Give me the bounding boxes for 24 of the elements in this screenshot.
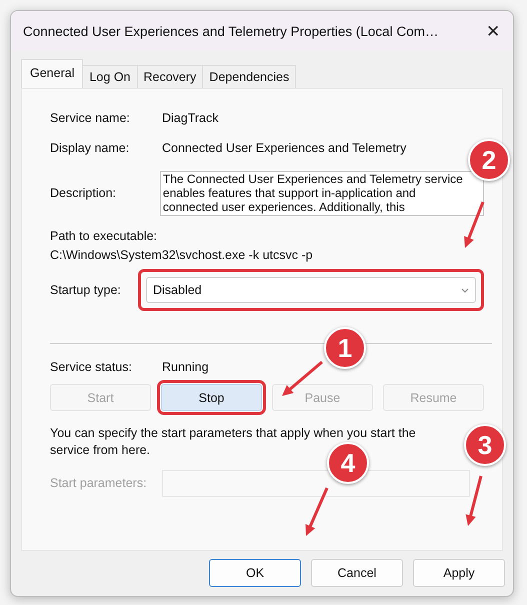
field-label: Service status: <box>50 360 133 374</box>
arrow <box>306 487 328 536</box>
chevron-icon <box>461 288 469 292</box>
arrow <box>464 201 484 248</box>
dialog-button[interactable]: Cancel <box>311 559 403 587</box>
field-label: Path to executable: <box>50 229 158 243</box>
tab[interactable]: Dependencies <box>202 65 296 88</box>
close-button[interactable]: ✕ <box>473 11 513 51</box>
field-value: Connected User Experiences and Telemetry <box>162 141 406 155</box>
field-label: Startup type: <box>50 283 122 297</box>
field-value: C:\Windows\System32\svchost.exe -k utcsvc -p <box>50 248 313 262</box>
field-value: DiagTrack <box>162 111 218 125</box>
window-title: Connected User Experiences and Telemetry Properties (Local Com… <box>23 24 440 38</box>
startup-type-dropdown[interactable]: Disabled <box>146 277 476 303</box>
field-label: Display name: <box>50 141 130 155</box>
description-box: The Connected User Experiences and Telemetry service enables features that support in-application and connected user experiences. Additionally, this <box>160 170 484 216</box>
dialog-button[interactable]: Apply <box>413 559 505 587</box>
tab[interactable]: General <box>21 59 84 88</box>
field-label: Start parameters: <box>50 476 148 490</box>
field-label: Description: <box>50 186 117 200</box>
field-value: Running <box>162 360 209 374</box>
dialog-button[interactable]: OK <box>209 559 301 587</box>
field-label: Service name: <box>50 111 131 125</box>
arrow <box>466 476 482 526</box>
